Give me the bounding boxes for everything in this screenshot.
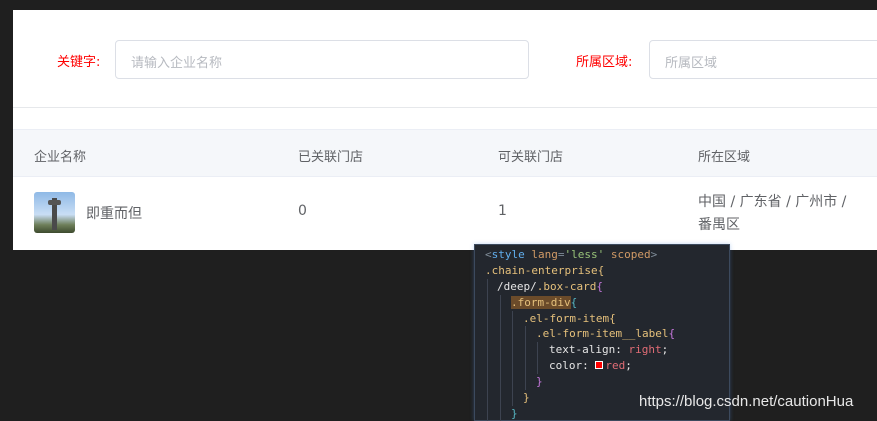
region-path: 中国 / 广东省 / 广州市 / 番禺区: [698, 194, 847, 233]
enterprise-table: 企业名称 已关联门店 可关联门店 所在区域 即重而但 0 1 中国 / 广东省 …: [13, 129, 877, 249]
code-line: color: red;: [475, 358, 729, 375]
code-line: }: [475, 374, 729, 391]
header-linked-stores: 已关联门店: [298, 150, 364, 165]
search-form: 关键字: 请输入企业名称 所属区域: 所属区域: [13, 10, 877, 108]
code-line: .form-div{: [475, 294, 729, 311]
table-row[interactable]: 即重而但 0 1 中国 / 广东省 / 广州市 / 番禺区: [13, 177, 877, 249]
code-line: .chain-enterprise{: [485, 263, 605, 277]
code-line: /deep/.box-card{: [475, 278, 729, 295]
watermark-text: https://blog.csdn.net/cautionHua: [639, 393, 854, 410]
box-card: 关键字: 请输入企业名称 所属区域: 所属区域 企业名称 已关联门店 可关联门店…: [13, 10, 877, 250]
linked-stores-count: 0: [298, 203, 307, 219]
header-company-name: 企业名称: [34, 150, 87, 165]
code-line: <style lang='less' scoped>: [485, 248, 658, 261]
keyword-label: 关键字:: [57, 55, 101, 70]
code-line: .el-form-item__label{: [475, 326, 729, 343]
company-logo-image: [34, 192, 75, 233]
tower-top-shape: [48, 200, 61, 205]
available-stores-count: 1: [498, 203, 507, 219]
table-header: 企业名称 已关联门店 可关联门店 所在区域: [13, 129, 877, 177]
header-region: 所在区域: [698, 150, 751, 165]
keyword-input[interactable]: 请输入企业名称: [115, 40, 529, 79]
region-label: 所属区域:: [576, 55, 633, 70]
keyword-placeholder: 请输入企业名称: [131, 56, 223, 71]
region-placeholder: 所属区域: [665, 56, 718, 71]
code-line: text-align: right;: [475, 342, 729, 359]
header-available-stores: 可关联门店: [498, 150, 564, 165]
color-swatch-icon: [595, 361, 604, 370]
code-line: .el-form-item{: [475, 310, 729, 327]
company-name: 即重而但: [86, 206, 142, 222]
region-select[interactable]: 所属区域: [649, 40, 877, 79]
